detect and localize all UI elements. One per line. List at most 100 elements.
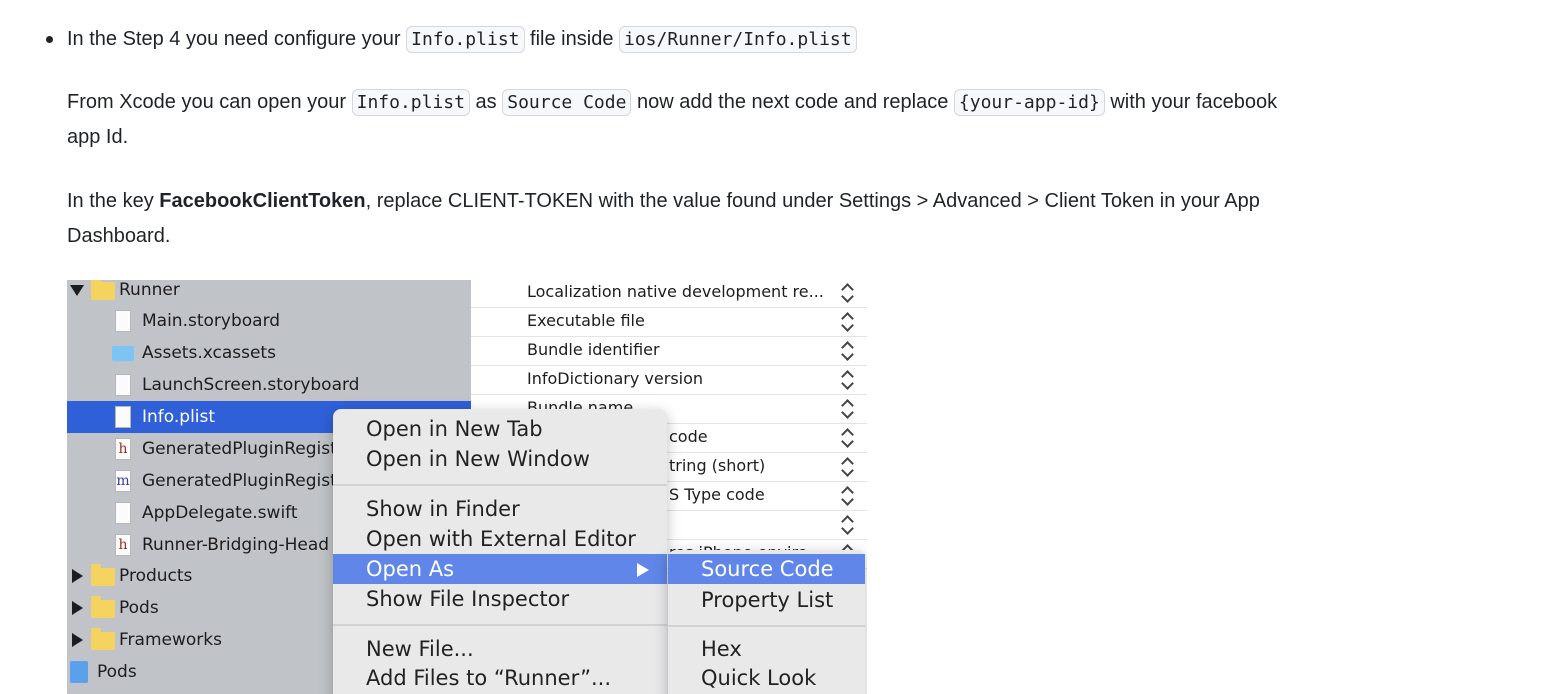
- plist-key: Localization native development re...: [527, 282, 824, 301]
- menu-item-new-file[interactable]: New File...: [333, 634, 667, 664]
- folder-icon: [91, 628, 115, 650]
- menu-item-property-list[interactable]: Property List: [668, 585, 865, 615]
- nav-item-label: Main.storyboard: [142, 311, 281, 331]
- objc-file-icon: m: [115, 470, 131, 492]
- folder-icon: [91, 596, 115, 618]
- nav-item-launchscreen: LaunchScreen.storyboard: [67, 369, 471, 401]
- menu-item-label: Open in New Tab: [366, 417, 543, 441]
- text: From Xcode you can open your: [67, 91, 352, 113]
- submenu-arrow-icon: [637, 563, 649, 577]
- menu-separator: [333, 624, 667, 626]
- text: now add the next code and replace: [631, 91, 954, 113]
- menu-item-open-external-editor[interactable]: Open with External Editor: [333, 524, 667, 554]
- nav-item-label: AppDelegate.swift: [142, 503, 298, 523]
- stepper-icon: [841, 340, 853, 360]
- nav-item-main-storyboard: Main.storyboard: [67, 305, 471, 337]
- text: file inside: [524, 28, 619, 50]
- menu-item-label: Hex: [701, 637, 742, 661]
- menu-item-label: Property List: [701, 588, 834, 612]
- nav-item-label: Pods: [119, 598, 159, 618]
- menu-item-add-files[interactable]: Add Files to “Runner”...: [333, 663, 667, 693]
- plist-row: Bundle identifier: [471, 336, 867, 366]
- stepper-icon: [841, 398, 853, 418]
- menu-item-label: Add Files to “Runner”...: [366, 666, 611, 690]
- stepper-icon: [841, 427, 853, 447]
- storyboard-icon: [115, 374, 131, 396]
- menu-separator: [668, 625, 865, 627]
- bullet-icon: [46, 36, 53, 43]
- nav-item-label: Info.plist: [142, 407, 216, 427]
- inline-code: ios/Runner/Info.plist: [619, 26, 857, 53]
- plist-row: Localization native development re...: [471, 280, 867, 308]
- asset-catalog-icon: [112, 346, 134, 361]
- menu-item-quick-look[interactable]: Quick Look: [668, 663, 865, 693]
- menu-item-show-in-finder[interactable]: Show in Finder: [333, 494, 667, 524]
- inline-code: Info.plist: [406, 26, 525, 53]
- open-as-submenu: Source Code Property List Hex Quick Look: [668, 550, 865, 694]
- menu-item-source-code[interactable]: Source Code: [668, 554, 865, 584]
- stepper-icon: [841, 456, 853, 476]
- nav-item-runner: Runner: [67, 280, 471, 306]
- plist-key: Bundle identifier: [527, 340, 660, 359]
- folder-icon: [91, 280, 115, 300]
- stepper-icon: [841, 369, 853, 389]
- menu-item-label: Show File Inspector: [366, 587, 570, 611]
- swift-file-icon: [115, 502, 131, 524]
- menu-item-open-new-window[interactable]: Open in New Window: [333, 444, 667, 474]
- menu-item-show-file-inspector[interactable]: Show File Inspector: [333, 584, 667, 614]
- stepper-icon: [841, 485, 853, 505]
- nav-item-label: Runner-Bridging-Head: [142, 535, 330, 555]
- plist-key: Executable file: [527, 311, 645, 330]
- nav-item-label: Frameworks: [119, 630, 222, 650]
- menu-item-label: Source Code: [701, 557, 834, 581]
- nav-item-label: GeneratedPluginRegist: [142, 471, 337, 491]
- nav-item-label: GeneratedPluginRegist: [142, 439, 337, 459]
- paragraph-open-as-source: From Xcode you can open your Info.plist …: [67, 85, 1307, 155]
- menu-item-label: Open in New Window: [366, 447, 590, 471]
- context-menu: Open in New Tab Open in New Window Show …: [333, 409, 667, 694]
- nav-item-label: Pods: [97, 662, 137, 682]
- menu-item-open-as[interactable]: Open As: [333, 554, 667, 584]
- stepper-icon: [841, 514, 853, 534]
- plist-file-icon: [115, 406, 131, 428]
- nav-item-label: Products: [119, 566, 193, 586]
- plist-key: code: [669, 427, 708, 446]
- nav-item-label: Runner: [119, 280, 180, 300]
- menu-item-open-new-tab[interactable]: Open in New Tab: [333, 414, 667, 444]
- menu-item-label: Quick Look: [701, 666, 817, 690]
- nav-item-label: Assets.xcassets: [142, 343, 276, 363]
- menu-item-label: New File...: [366, 637, 474, 661]
- disclosure-right-icon: [72, 569, 83, 583]
- menu-item-label: Show in Finder: [366, 497, 520, 521]
- plist-key: tring (short): [669, 456, 766, 475]
- inline-code: Info.plist: [351, 89, 470, 116]
- folder-icon: [91, 564, 115, 586]
- disclosure-right-icon: [72, 633, 83, 647]
- list-item-text: In the Step 4 you need configure your In…: [67, 22, 857, 57]
- storyboard-icon: [115, 310, 131, 332]
- plist-row: Executable file: [471, 307, 867, 337]
- plist-row: InfoDictionary version: [471, 365, 867, 395]
- disclosure-right-icon: [72, 601, 83, 615]
- plist-key: InfoDictionary version: [527, 369, 704, 388]
- bold-key: FacebookClientToken: [159, 190, 366, 212]
- nav-item-assets: Assets.xcassets: [67, 337, 471, 369]
- plist-key: S Type code: [669, 485, 765, 504]
- text: In the key: [67, 190, 160, 212]
- paragraph-client-token: In the key FacebookClientToken, replace …: [67, 184, 1307, 254]
- menu-item-label: Open As: [366, 557, 455, 581]
- text: In the Step 4 you need configure your: [67, 28, 407, 50]
- inline-code: {your-app-id}: [953, 89, 1105, 116]
- nav-item-label: LaunchScreen.storyboard: [142, 375, 360, 395]
- stepper-icon: [841, 282, 853, 302]
- stepper-icon: [841, 311, 853, 331]
- menu-item-label: Open with External Editor: [366, 527, 636, 551]
- header-file-icon: h: [115, 534, 131, 556]
- inline-code: Source Code: [502, 89, 632, 116]
- menu-item-hex[interactable]: Hex: [668, 634, 865, 664]
- project-icon: [70, 661, 88, 683]
- disclosure-down-icon: [70, 285, 84, 296]
- header-file-icon: h: [115, 438, 131, 460]
- menu-separator: [333, 484, 667, 486]
- xcode-screenshot: Runner Main.storyboard Assets.xcassets L…: [67, 280, 867, 694]
